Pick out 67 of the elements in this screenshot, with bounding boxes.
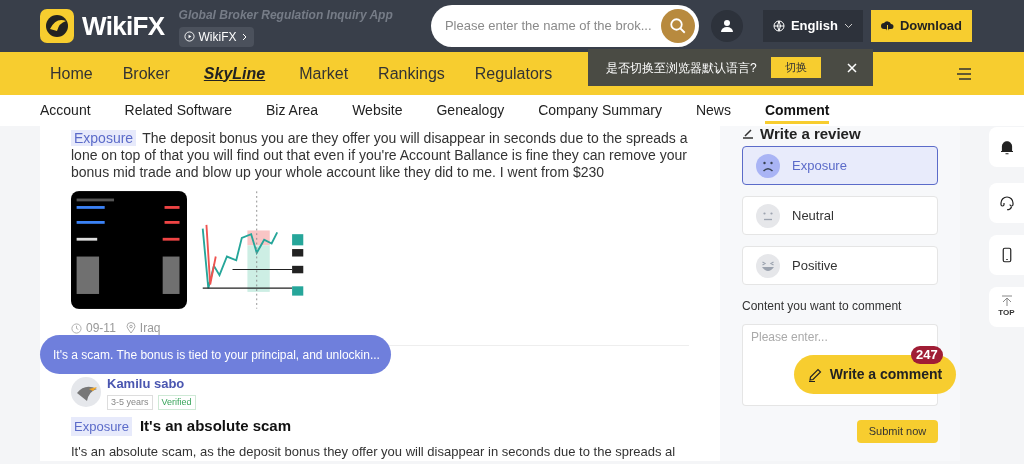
pencil-icon [742, 129, 754, 139]
side-tool-button[interactable] [989, 235, 1024, 275]
language-select[interactable]: English [762, 10, 863, 42]
switch-button[interactable]: 切换 [770, 57, 821, 78]
comment-tooltip: It's a scam. The bonus is tied to your principal, and unlockin... [40, 335, 391, 374]
nav-logo-link[interactable]: SkyLine [199, 61, 270, 86]
comment-count-badge: 247 [911, 346, 943, 364]
play-icon [183, 31, 195, 42]
search-field[interactable]: Please enter the name of the brok... [444, 16, 661, 36]
post-title: It's an absolute scam [139, 416, 292, 436]
nav-link[interactable]: Broker [122, 61, 170, 86]
post-text: It's an absolute scam, as the deposit bonus they offer you will disappear in seconds due to the spreads al [71, 442, 677, 460]
clock-icon [71, 322, 82, 334]
nav-link[interactable]: Market [299, 61, 349, 86]
tagline: Global Broker Regulation Inquiry App [178, 6, 393, 24]
author-badge: 3-5 years [107, 394, 153, 410]
smiling-face-icon [756, 253, 780, 278]
author-badge: Verified [157, 394, 196, 410]
location-pin-icon [125, 322, 136, 334]
submit-button[interactable]: Submit now [857, 420, 938, 443]
globe-icon [772, 20, 785, 32]
post-date: 09-11 [86, 320, 116, 337]
headset-icon [997, 194, 1016, 212]
neutral-face-icon [756, 203, 780, 228]
review-type-option[interactable]: Exposure [742, 146, 938, 185]
logo-icon [40, 9, 74, 43]
arrow-up-icon [1000, 295, 1013, 307]
avatar-icon [71, 377, 101, 407]
section-tab[interactable]: Biz Area [266, 100, 319, 121]
side-tool-button[interactable] [989, 127, 1024, 167]
author-name[interactable]: Kamilu sabo [107, 374, 196, 394]
review-title: Write a review [760, 126, 861, 142]
app-chip[interactable]: WikiFX [178, 26, 254, 47]
chevron-icon [240, 32, 249, 41]
section-tab[interactable]: Company Summary [538, 100, 662, 121]
content-label: Content you want to comment [742, 298, 903, 315]
nav-link[interactable]: Regulators [474, 61, 553, 86]
download-button[interactable]: Download [870, 10, 972, 42]
search-bar[interactable]: Please enter the name of the brok... [430, 5, 699, 47]
post-tag: Exposure [71, 130, 137, 146]
cloud-download-icon [880, 20, 894, 32]
section-tab[interactable]: Genealogy [436, 100, 505, 121]
post-text: Exposure The deposit bonus you are they offer you will disappear in seconds due to the spreads alone on top of that you will find out that even if you're Account Ballance is fine they can remove your bonus mid trade and blow up your whole account like they did to me. I went from $230 [71, 130, 689, 181]
close-icon[interactable] [847, 62, 857, 73]
nav-link[interactable]: Rankings [378, 61, 445, 86]
section-tab[interactable]: Website [352, 100, 403, 121]
nav-link[interactable]: Home [50, 61, 93, 86]
search-button[interactable] [660, 9, 695, 43]
user-button[interactable] [710, 10, 743, 42]
logo-text: WikiFX [82, 9, 165, 43]
comment-field[interactable]: Please enter... [751, 329, 929, 345]
pencil-icon [807, 367, 822, 382]
search-icon [668, 17, 687, 35]
review-type-option[interactable]: Positive [742, 246, 938, 285]
section-tab[interactable]: News [695, 100, 731, 121]
post-location: Iraq [139, 320, 161, 337]
comment-box[interactable]: Please enter... [742, 324, 938, 346]
menu-icon[interactable] [956, 67, 972, 80]
user-icon [719, 19, 734, 33]
section-tab[interactable]: Related Software [124, 100, 232, 121]
back-to-top-button[interactable]: TOP [989, 287, 1024, 327]
review-type-option[interactable]: Neutral [742, 196, 938, 235]
toast-message: 是否切换至浏览器默认语言? [606, 59, 757, 77]
sad-face-icon [756, 153, 780, 178]
caret-icon [843, 23, 853, 29]
section-tab[interactable]: Account [40, 100, 91, 121]
post-tag: Exposure [71, 416, 132, 436]
